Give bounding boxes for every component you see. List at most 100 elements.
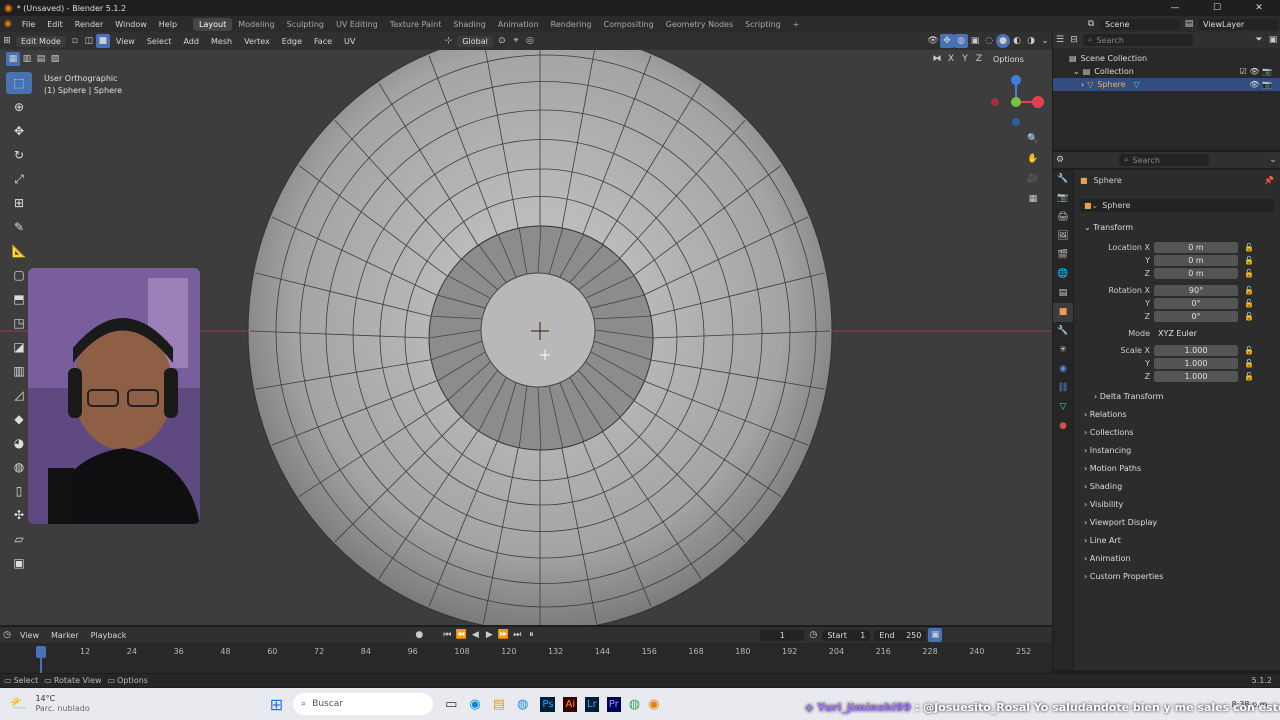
blender-menu-icon[interactable]: ◉ [4, 19, 12, 29]
edge-select-icon[interactable]: ◫ [82, 34, 96, 48]
proportional-edit-icon[interactable]: ◎ [523, 34, 537, 48]
menu-window[interactable]: Window [109, 20, 153, 29]
view-layer-tab-icon[interactable]: 🖼 [1053, 227, 1073, 246]
section-relations[interactable]: › Relations [1084, 410, 1127, 419]
collection-tab-icon[interactable]: ▤ [1053, 284, 1073, 303]
section-visibility[interactable]: › Visibility [1084, 500, 1123, 509]
record-icon[interactable]: ● [412, 628, 426, 642]
outliner-item-scene-collection[interactable]: ▤ Scene Collection [1053, 52, 1280, 65]
app-icon[interactable]: ◍ [517, 697, 528, 712]
location-x-field[interactable]: 0 m [1154, 242, 1238, 253]
rotate-tool-icon[interactable]: ↻ [6, 144, 32, 166]
scene-selector[interactable]: Scene [1100, 18, 1180, 30]
menu-edit[interactable]: Edit [41, 20, 69, 29]
section-line-art[interactable]: › Line Art [1084, 536, 1121, 545]
menu-help[interactable]: Help [153, 20, 183, 29]
cursor-tool-icon[interactable]: ⊕ [6, 96, 32, 118]
tab-modeling[interactable]: Modeling [232, 18, 280, 31]
vertex-select-icon[interactable]: ▫ [68, 34, 82, 48]
explorer-icon[interactable]: ▤ [493, 697, 505, 712]
overlay-icon[interactable]: ◍ [954, 34, 968, 48]
orientation-selector[interactable]: Global [457, 35, 493, 47]
lock-icon[interactable]: 🔓 [1244, 346, 1254, 355]
section-animation[interactable]: › Animation [1084, 554, 1131, 563]
rip-tool-icon[interactable]: ▣ [6, 552, 32, 574]
timeline-menu-playback[interactable]: Playback [85, 631, 133, 640]
next-keyframe-icon[interactable]: ⏩ [496, 628, 510, 642]
view-layer-selector[interactable]: ViewLayer [1198, 18, 1278, 30]
move-tool-icon[interactable]: ✥ [6, 120, 32, 142]
section-shading[interactable]: › Shading [1084, 482, 1122, 491]
pin-icon[interactable]: 📌 [1264, 176, 1274, 185]
tab-scripting[interactable]: Scripting [739, 18, 787, 31]
end-frame-field[interactable]: End 250 [874, 629, 927, 641]
wireframe-shading-icon[interactable]: ◌ [982, 34, 996, 48]
output-tab-icon[interactable]: 🖨 [1053, 208, 1073, 227]
zoom-icon[interactable]: 🔍 [1026, 132, 1040, 146]
annotate-tool-icon[interactable]: ✎ [6, 216, 32, 238]
snap-icon[interactable]: ⌖ [509, 34, 523, 48]
start-icon[interactable]: ⊞ [270, 695, 283, 714]
select-subtract-icon[interactable]: ▤ [34, 52, 48, 66]
select-box-icon[interactable]: ▦ [6, 52, 20, 66]
tab-geometry-nodes[interactable]: Geometry Nodes [660, 18, 739, 31]
edge-icon[interactable]: ◉ [469, 697, 480, 712]
properties-editor-icon[interactable]: ⚙ [1053, 153, 1067, 167]
menu-face[interactable]: Face [308, 37, 338, 46]
face-select-icon[interactable]: ■ [95, 34, 110, 48]
scene-tab-icon[interactable]: 🎬 [1053, 246, 1073, 265]
lock-icon[interactable]: 🔓 [1244, 312, 1254, 321]
world-tab-icon[interactable]: 🌐 [1053, 265, 1073, 284]
measure-tool-icon[interactable]: 📐 [6, 240, 32, 262]
shear-tool-icon[interactable]: ▱ [6, 528, 32, 550]
mirror-icon[interactable]: ⧓ [930, 52, 944, 66]
add-workspace-button[interactable]: + [787, 18, 806, 31]
lock-icon[interactable]: 🔓 [1244, 359, 1254, 368]
constraints-tab-icon[interactable]: ⛓ [1053, 379, 1073, 398]
lock-icon[interactable]: 🔓 [1244, 286, 1254, 295]
premiere-icon[interactable]: Pr [606, 696, 621, 712]
shading-options-icon[interactable]: ⌄ [1038, 34, 1052, 48]
outliner-editor-icon[interactable]: ☰ [1053, 33, 1067, 47]
rendered-shading-icon[interactable]: ◑ [1024, 34, 1038, 48]
lightroom-icon[interactable]: Lr [585, 696, 599, 712]
axis-y-toggle[interactable]: Y [958, 52, 972, 66]
tab-texture-paint[interactable]: Texture Paint [384, 18, 448, 31]
lock-icon[interactable]: 🔓 [1244, 243, 1254, 252]
rotation-mode-select[interactable]: XYZ Euler [1154, 328, 1238, 339]
rotation-x-field[interactable]: 90° [1154, 285, 1238, 296]
object-name-field[interactable]: ■⌄ Sphere [1080, 199, 1274, 212]
keying-icon[interactable]: ⏸ [524, 628, 538, 642]
pan-icon[interactable]: ✋ [1026, 152, 1040, 166]
transform-panel-header[interactable]: ⌄ Transform [1084, 223, 1133, 232]
blender-taskbar-icon[interactable]: ◉ [648, 697, 659, 712]
menu-select[interactable]: Select [141, 37, 178, 46]
checkbox-icon[interactable]: ☑ 👁 📷 [1240, 67, 1272, 76]
object-tab-icon[interactable]: ■ [1053, 303, 1073, 322]
menu-view[interactable]: View [110, 37, 141, 46]
menu-render[interactable]: Render [69, 20, 109, 29]
tab-compositing[interactable]: Compositing [598, 18, 660, 31]
timeline-menu-view[interactable]: View [14, 631, 45, 640]
menu-add[interactable]: Add [178, 37, 206, 46]
prev-keyframe-icon[interactable]: ⏪ [454, 628, 468, 642]
pivot-icon[interactable]: ⊙ [495, 34, 509, 48]
data-tab-icon[interactable]: ▽ [1053, 398, 1073, 417]
scale-y-field[interactable]: 1.000 [1154, 358, 1238, 369]
select-invert-icon[interactable]: ▧ [48, 52, 62, 66]
current-frame-field[interactable]: 1 [760, 629, 805, 641]
grid-icon[interactable]: ▦ [1026, 192, 1040, 206]
solid-shading-icon[interactable]: ● [996, 34, 1010, 48]
section-viewport-display[interactable]: › Viewport Display [1084, 518, 1157, 527]
minimize-button[interactable]: — [1154, 3, 1196, 13]
display-mode-icon[interactable]: ⊟ [1067, 33, 1081, 47]
location-y-field[interactable]: 0 m [1154, 255, 1238, 266]
start-frame-field[interactable]: Start 1 [822, 629, 871, 641]
tool-tab-icon[interactable]: 🔧 [1053, 170, 1073, 189]
tab-shading[interactable]: Shading [447, 18, 492, 31]
rotation-z-field[interactable]: 0° [1154, 311, 1238, 322]
scale-x-field[interactable]: 1.000 [1154, 345, 1238, 356]
section-custom-properties[interactable]: › Custom Properties [1084, 572, 1163, 581]
filter-icon[interactable]: ⏷ [1252, 33, 1266, 47]
menu-mesh[interactable]: Mesh [205, 37, 238, 46]
